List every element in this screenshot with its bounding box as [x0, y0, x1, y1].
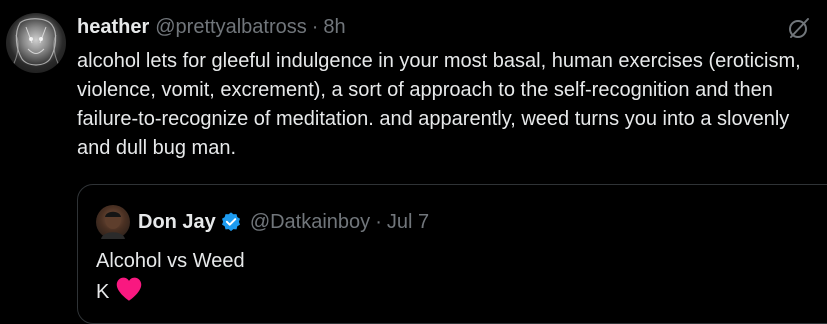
- quoted-author-handle[interactable]: @Datkainboy: [250, 211, 370, 234]
- quoted-tweet[interactable]: Don Jay @Datkainboy · Jul 7 Alcohol vs W…: [77, 184, 827, 324]
- author-handle[interactable]: @prettyalbatross: [155, 16, 306, 39]
- quoted-author-avatar[interactable]: [96, 205, 130, 239]
- quoted-text-line: K: [96, 276, 245, 307]
- quoted-tweet-header: Don Jay @Datkainboy · Jul 7: [96, 205, 429, 239]
- author-display-name[interactable]: heather: [77, 16, 149, 39]
- quoted-author-display-name[interactable]: Don Jay: [138, 211, 216, 234]
- verified-badge-icon: [221, 212, 240, 232]
- red-heart-icon: [117, 277, 142, 301]
- quoted-header-separator: ·: [375, 210, 382, 233]
- tweet-text: alcohol lets for gleeful indulgence in y…: [77, 50, 801, 159]
- quoted-avatar-drawing: [101, 211, 125, 239]
- tweet-header: heather @prettyalbatross · 8h: [77, 14, 346, 40]
- avatar-drawing: [11, 18, 61, 68]
- tweet-timestamp[interactable]: 8h: [323, 16, 345, 39]
- quoted-text-line: Alcohol vs Weed: [96, 250, 245, 272]
- header-separator: ·: [311, 15, 319, 38]
- author-avatar[interactable]: [6, 13, 66, 73]
- quoted-tweet-date[interactable]: Jul 7: [387, 211, 429, 234]
- tweet[interactable]: heather @prettyalbatross · 8h alcohol le…: [0, 0, 827, 324]
- grok-icon[interactable]: [787, 16, 811, 40]
- quoted-tweet-text: Alcohol vs Weed K: [96, 247, 245, 307]
- quoted-text-fragment: K: [96, 281, 110, 303]
